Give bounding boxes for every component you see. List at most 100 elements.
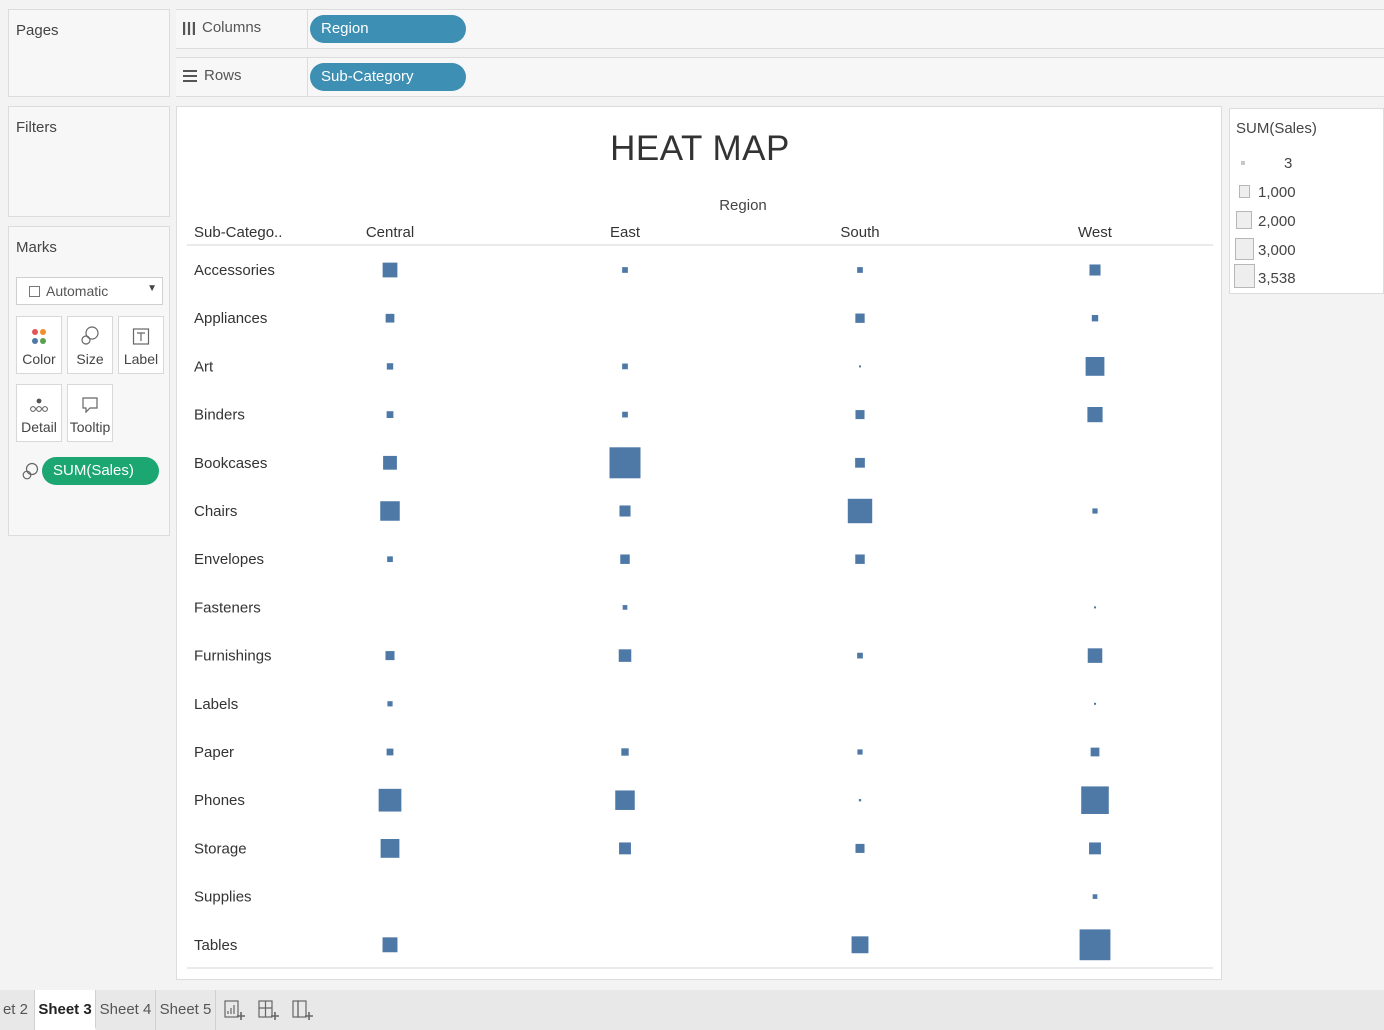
heatmap-cell: [855, 554, 865, 564]
heatmap-cell: [622, 267, 628, 273]
sub-category-pill-label: Sub-Category: [321, 68, 414, 85]
heatmap-cell: [383, 455, 397, 470]
row-label: Chairs: [194, 503, 237, 520]
heatmap-cell: [1087, 648, 1103, 663]
heatmap-cell: [609, 447, 641, 479]
color-button[interactable]: Color: [16, 316, 62, 374]
heatmap-cell: [619, 842, 631, 855]
x-axis-title: Region: [719, 197, 767, 214]
row-header-label: Sub-Catego..: [194, 224, 282, 241]
heatmap-cell: [386, 411, 394, 418]
row-label: Supplies: [194, 889, 252, 906]
label-button[interactable]: Label: [118, 316, 164, 374]
filters-panel[interactable]: Filters: [8, 106, 170, 217]
shelf-divider: [307, 10, 308, 48]
color-label: Color: [22, 351, 56, 367]
sum-sales-pill[interactable]: SUM(Sales): [42, 457, 159, 485]
size-button[interactable]: Size: [67, 316, 113, 374]
tooltip-button[interactable]: Tooltip: [67, 384, 113, 442]
column-header-label: Central: [366, 224, 414, 241]
heatmap-cell: [1089, 264, 1101, 276]
region-pill[interactable]: Region: [310, 15, 466, 43]
new-worksheet-icon[interactable]: [222, 998, 246, 1022]
legend-swatch: [1235, 238, 1254, 260]
chevron-down-icon: ▼: [147, 283, 157, 294]
heatmap-cell: [382, 262, 398, 278]
size-legend[interactable]: SUM(Sales) 3 1,000 2,000 3,000 3,538: [1229, 108, 1384, 294]
legend-value: 3: [1284, 155, 1293, 172]
tab-sheet-2[interactable]: et 2: [0, 990, 35, 1030]
size-icon: [21, 461, 39, 486]
heatmap-cell: [382, 937, 398, 953]
row-label: Furnishings: [194, 648, 272, 665]
heatmap-cell: [618, 649, 632, 662]
shelf-divider: [307, 58, 308, 96]
sub-category-pill[interactable]: Sub-Category: [310, 63, 466, 91]
heatmap-cell: [387, 701, 393, 707]
row-label: Labels: [194, 696, 238, 713]
legend-item: 1,000: [1230, 180, 1384, 206]
heatmap-cell: [1091, 315, 1099, 322]
heatmap-cell: [621, 748, 629, 756]
heatmap-cell: [1081, 786, 1109, 814]
detail-button[interactable]: Detail: [16, 384, 62, 442]
heatmap-cell: [855, 457, 865, 468]
columns-icon: [183, 21, 195, 35]
heatmap-chart[interactable]: Region Sub-Catego.. Central East South West Ac…: [177, 107, 1223, 981]
heatmap-cell: [1092, 508, 1098, 514]
heatmap-cell: [847, 498, 873, 524]
detail-label: Detail: [21, 419, 57, 435]
row-label: Accessories: [194, 262, 275, 279]
label-label: Label: [123, 351, 159, 367]
tab-sheet-5[interactable]: Sheet 5: [156, 990, 216, 1030]
tooltip-icon: [68, 385, 112, 415]
row-label: Phones: [194, 792, 245, 809]
row-label: Envelopes: [194, 551, 264, 568]
legend-swatch: [1236, 211, 1252, 229]
heatmap-cell: [622, 605, 628, 610]
legend-value: 3,538: [1258, 270, 1296, 287]
columns-shelf[interactable]: Columns Region: [176, 9, 1384, 49]
row-label: Appliances: [194, 310, 267, 327]
row-label: Binders: [194, 407, 245, 424]
heatmap-cell: [378, 788, 402, 812]
heatmap-cell: [857, 267, 863, 273]
heatmap-cell: [1092, 894, 1098, 899]
heatmap-cell: [1085, 357, 1105, 376]
color-icon: [17, 317, 61, 347]
rows-shelf-label: Rows: [182, 67, 242, 84]
worksheet-view[interactable]: HEAT MAP Region Sub-Catego.. Central East So…: [176, 106, 1222, 980]
heatmap-cell: [1090, 747, 1100, 757]
heatmap-cell: [380, 501, 400, 521]
legend-item: 3: [1230, 151, 1384, 177]
row-label: Bookcases: [194, 455, 267, 472]
new-story-icon[interactable]: [290, 998, 314, 1022]
legend-item: 3,538: [1230, 264, 1384, 292]
new-dashboard-icon[interactable]: [256, 998, 280, 1022]
column-header-label: East: [610, 224, 641, 241]
pages-label: Pages: [16, 22, 59, 39]
heatmap-cell: [622, 411, 628, 418]
legend-item: 3,000: [1230, 238, 1384, 264]
heatmap-cell: [386, 748, 394, 756]
heatmap-cell: [1094, 606, 1096, 609]
rows-icon: [183, 69, 197, 82]
heatmap-cell: [386, 363, 394, 370]
sum-sales-pill-label: SUM(Sales): [53, 462, 134, 479]
pages-panel[interactable]: Pages: [8, 9, 170, 97]
label-icon: [119, 317, 163, 347]
heatmap-cell: [857, 652, 863, 659]
column-header-label: South: [840, 224, 879, 241]
row-label: Paper: [194, 744, 234, 761]
heatmap-cell: [380, 839, 400, 858]
marks-panel: Marks Automatic ▼ Color Size Label Detai…: [8, 226, 170, 536]
heatmap-cell: [851, 936, 869, 954]
heatmap-cell: [387, 556, 393, 563]
tab-sheet-3[interactable]: Sheet 3: [35, 990, 96, 1030]
mark-type-dropdown[interactable]: Automatic ▼: [16, 277, 163, 305]
marks-label: Marks: [16, 239, 57, 256]
tab-sheet-4[interactable]: Sheet 4: [96, 990, 156, 1030]
heatmap-cell: [619, 505, 631, 517]
rows-shelf[interactable]: Rows Sub-Category: [176, 57, 1384, 97]
row-label: Fasteners: [194, 599, 261, 616]
